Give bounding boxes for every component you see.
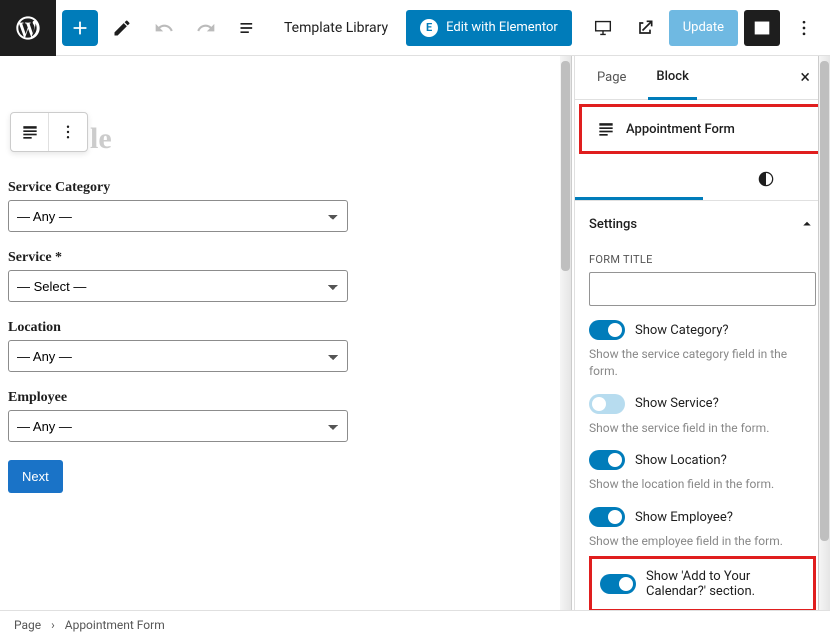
sub-tab-styles[interactable] <box>703 158 830 200</box>
settings-panel: Settings Form Title Show Category? Show … <box>575 201 830 610</box>
field-location: Location — Any — <box>8 320 566 372</box>
close-sidebar-button[interactable]: × <box>794 61 816 94</box>
toggle-show-location[interactable] <box>589 450 625 470</box>
toggle-row-calendar-highlighted: Show 'Add to Your Calendar?' section. <box>589 556 816 610</box>
select-employee[interactable]: — Any — <box>8 410 348 442</box>
field-employee: Employee — Any — <box>8 390 566 442</box>
label-service-category: Service Category <box>8 180 566 196</box>
toggle-show-employee[interactable] <box>589 507 625 527</box>
document-overview-button[interactable] <box>230 10 266 46</box>
block-sub-tabs <box>575 158 830 201</box>
page-scrollbar[interactable] <box>818 56 830 610</box>
sub-tab-settings[interactable] <box>575 158 703 200</box>
block-type-icon[interactable] <box>11 113 49 151</box>
preview-desktop-button[interactable] <box>585 10 621 46</box>
top-toolbar: Template Library E Edit with Elementor U… <box>0 0 830 56</box>
block-toolbar <box>10 112 88 152</box>
toggle-row-category: Show Category? <box>589 320 816 340</box>
toggle-row-location: Show Location? <box>589 450 816 470</box>
update-button: Update <box>669 10 738 46</box>
template-library-label[interactable]: Template Library <box>272 20 400 36</box>
edit-with-elementor-button[interactable]: E Edit with Elementor <box>406 10 572 46</box>
chevron-up-icon <box>798 215 816 233</box>
breadcrumb-separator: › <box>51 618 55 632</box>
redo-button[interactable] <box>188 10 224 46</box>
toggle-row-calendar: Show 'Add to Your Calendar?' section. <box>600 569 805 599</box>
canvas-scrollbar[interactable] <box>560 56 572 610</box>
more-options-button[interactable] <box>786 10 822 46</box>
elementor-icon: E <box>420 19 438 37</box>
title-placeholder: le <box>90 122 112 156</box>
select-location[interactable]: — Any — <box>8 340 348 372</box>
label-location: Location <box>8 320 566 336</box>
breadcrumb-page[interactable]: Page <box>14 618 41 632</box>
external-link-button[interactable] <box>627 10 663 46</box>
next-button[interactable]: Next <box>8 460 63 493</box>
settings-section-header[interactable]: Settings <box>589 215 816 243</box>
toggle-show-category[interactable] <box>589 320 625 340</box>
breadcrumb-footer: Page › Appointment Form <box>0 610 830 638</box>
toggle-show-service[interactable] <box>589 394 625 414</box>
field-service: Service * — Select — <box>8 250 566 302</box>
editor-canvas[interactable]: le Service Category — Any — Service * — … <box>0 56 574 610</box>
field-service-category: Service Category — Any — <box>8 180 566 232</box>
breadcrumb-current[interactable]: Appointment Form <box>65 618 165 632</box>
label-service: Service * <box>8 250 566 266</box>
settings-sidebar-toggle[interactable] <box>744 10 780 46</box>
form-title-label: Form Title <box>589 253 816 266</box>
toggle-row-employee: Show Employee? <box>589 507 816 527</box>
undo-button[interactable] <box>146 10 182 46</box>
toggle-row-service: Show Service? <box>589 394 816 414</box>
label-employee: Employee <box>8 390 566 406</box>
tab-block[interactable]: Block <box>648 56 696 100</box>
tab-page[interactable]: Page <box>589 56 634 100</box>
form-title-input[interactable] <box>589 272 816 306</box>
edit-tools-button[interactable] <box>104 10 140 46</box>
add-block-button[interactable] <box>62 10 98 46</box>
settings-sidebar: Page Block × Appointment Form Settings F… <box>574 56 830 610</box>
sidebar-tabs: Page Block × <box>575 56 830 100</box>
block-more-button[interactable] <box>49 113 87 151</box>
block-name-header: Appointment Form <box>579 104 826 154</box>
wordpress-logo[interactable] <box>0 0 56 56</box>
appointment-form-block: Service Category — Any — Service * — Sel… <box>8 116 566 493</box>
contrast-icon <box>756 169 776 189</box>
calendar-icon <box>596 119 616 139</box>
select-service-category[interactable]: — Any — <box>8 200 348 232</box>
select-service[interactable]: — Select — <box>8 270 348 302</box>
toggle-show-calendar[interactable] <box>600 574 636 594</box>
gear-icon <box>629 168 649 188</box>
